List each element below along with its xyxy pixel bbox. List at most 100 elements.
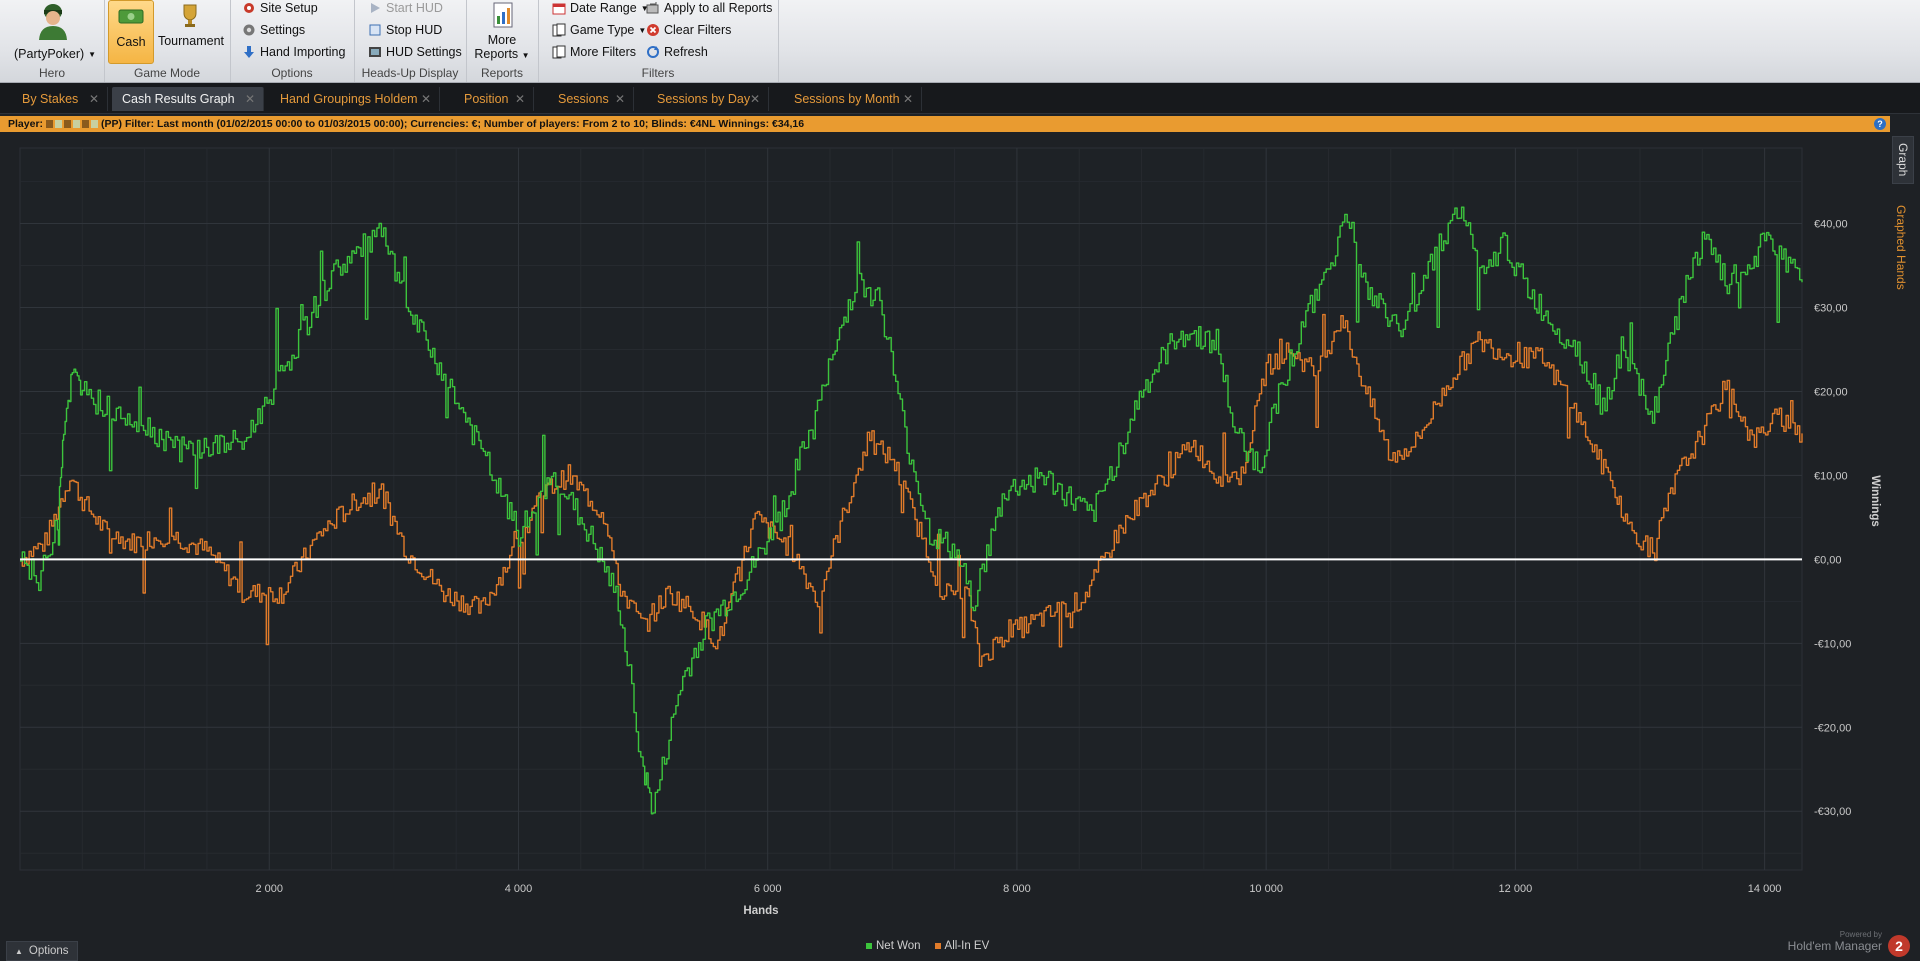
side-tab-graph[interactable]: Graph [1892,136,1914,184]
tab-label: Cash Results Graph [122,92,235,106]
x-tick-label: 12 000 [1499,883,1533,895]
cash-mode-button[interactable]: Cash [108,0,154,64]
refresh-icon [646,45,660,59]
tab-sessions-by-day[interactable]: Sessions by Day ✕ [647,87,769,111]
date-range-button[interactable]: Date Range ▼ [552,1,649,15]
tab-cash-results-graph[interactable]: Cash Results Graph ✕ [112,87,264,111]
player-suffix: (PP) [101,118,123,130]
hero-group-label: Hero [38,66,65,80]
hud-settings-label: HUD Settings [386,45,462,59]
tab-label: Hand Groupings Holdem [280,92,418,106]
cash-results-graph: 2 000 4 000 6 000 8 000 10 000 12 000 14 000 €4… [19,147,1881,917]
report-icon [492,2,514,30]
reports-group: More Reports ▼ Reports [466,0,539,82]
tab-hand-groupings-holdem[interactable]: Hand Groupings Holdem ✕ [270,87,440,111]
import-arrow-icon [242,45,256,59]
date-range-label: Date Range [570,1,637,15]
chevron-down-icon: ▼ [521,51,530,60]
hero-selector[interactable]: (PartyPoker) ▼ [14,47,96,61]
x-axis-label: Hands [743,905,778,917]
report-tab-bar: By Stakes ✕ Cash Results Graph ✕ Hand Grou… [0,83,1920,114]
tab-by-stakes[interactable]: By Stakes ✕ [12,87,108,111]
cash-icon [118,7,144,25]
y-tick-label: -€20,00 [1814,722,1851,734]
apply-all-reports-button[interactable]: Apply to all Reports [646,1,772,15]
calendar-icon [552,1,566,15]
hand-importing-button[interactable]: Hand Importing [242,45,345,59]
start-hud-button[interactable]: Start HUD [368,1,443,15]
tab-sessions[interactable]: Sessions ✕ [548,87,634,111]
tab-label: Sessions by Month [794,92,900,106]
x-tick-label: 8 000 [1003,883,1031,895]
filters-group-label: Filters [641,66,675,80]
close-icon[interactable]: ✕ [245,92,255,106]
apply-icon [646,1,660,15]
x-tick-label: 4 000 [505,883,533,895]
clear-filters-label: Clear Filters [664,23,732,37]
help-icon[interactable]: ? [1874,118,1886,130]
more-reports-button[interactable]: More Reports ▼ [470,0,534,62]
hud-settings-button[interactable]: HUD Settings [368,45,462,59]
tab-position[interactable]: Position ✕ [454,87,534,111]
refresh-label: Refresh [664,45,708,59]
tab-sessions-by-month[interactable]: Sessions by Month ✕ [784,87,922,111]
clear-filters-button[interactable]: Clear Filters [646,23,731,37]
hud-settings-icon [368,45,382,59]
close-icon[interactable]: ✕ [903,92,913,106]
tab-label: Sessions by Day [657,92,751,106]
close-icon[interactable]: ✕ [750,92,760,106]
close-icon[interactable]: ✕ [615,92,625,106]
hero-avatar[interactable] [36,2,70,40]
close-icon[interactable]: ✕ [421,92,431,106]
trophy-icon [180,3,200,29]
game-type-button[interactable]: Game Type ▼ [552,23,646,37]
side-tab-graphed-hands[interactable]: Graphed Hands [1894,205,1908,290]
apply-all-reports-label: Apply to all Reports [664,1,773,15]
ribbon-toolbar: (PartyPoker) ▼ Hero Cash Tournament Game… [0,0,1920,83]
options-button[interactable]: ▲ Options [6,941,78,961]
x-tick-label: 6 000 [754,883,782,895]
hero-group: (PartyPoker) ▼ Hero [0,0,105,82]
hm2-logo-icon: 2 [1888,935,1910,957]
y-tick-label: €10,00 [1814,470,1848,482]
winnings-label: Winnings: [718,118,770,130]
site-setup-button[interactable]: Site Setup [242,1,318,15]
x-tick-label: 14 000 [1748,883,1782,895]
legend-label-all-in-ev: All-In EV [944,940,990,952]
chart-legend: Net Won All-In EV [866,940,989,952]
y-tick-label: -€30,00 [1814,806,1851,818]
more-reports-label-1: More [487,33,517,47]
hud-group-label: Heads-Up Display [361,66,459,80]
x-tick-label: 2 000 [255,883,283,895]
player-label: Player: [8,118,44,130]
player-icons [46,120,99,128]
reports-group-label: Reports [480,66,524,80]
stop-hud-button[interactable]: Stop HUD [368,23,442,37]
brand-name: Hold'em Manager [1787,939,1882,953]
refresh-button[interactable]: Refresh [646,45,708,59]
legend-label-net-won: Net Won [876,940,921,952]
x-tick-label: 10 000 [1249,883,1283,895]
legend-net-won[interactable]: Net Won [866,940,921,952]
y-tick-label: €20,00 [1814,386,1848,398]
close-icon[interactable]: ✕ [515,92,525,106]
filter-text: Last month (01/02/2015 00:00 to 01/03/20… [157,118,716,130]
tournament-mode-button[interactable]: Tournament [154,0,228,62]
y-tick-label: -€10,00 [1814,638,1851,650]
cash-mode-label: Cash [116,35,146,49]
game-mode-group-label: Game Mode [133,66,201,80]
play-icon [368,1,382,15]
close-icon[interactable]: ✕ [89,92,99,106]
close-icon [646,23,660,37]
settings-button[interactable]: Settings [242,23,305,37]
options-group-label: Options [271,66,313,80]
legend-all-in-ev[interactable]: All-In EV [934,940,990,952]
more-filters-button[interactable]: More Filters [552,45,636,59]
options-group: Site Setup Settings Hand Importing Optio… [230,0,355,82]
side-tab-graphed-hands-label: Graphed Hands [1894,205,1908,290]
more-filters-label: More Filters [570,45,636,59]
settings-label: Settings [260,23,306,37]
winnings-value: €34,16 [772,118,805,130]
legend-swatch-all-in-ev [934,943,941,949]
game-type-label: Game Type [570,23,635,37]
